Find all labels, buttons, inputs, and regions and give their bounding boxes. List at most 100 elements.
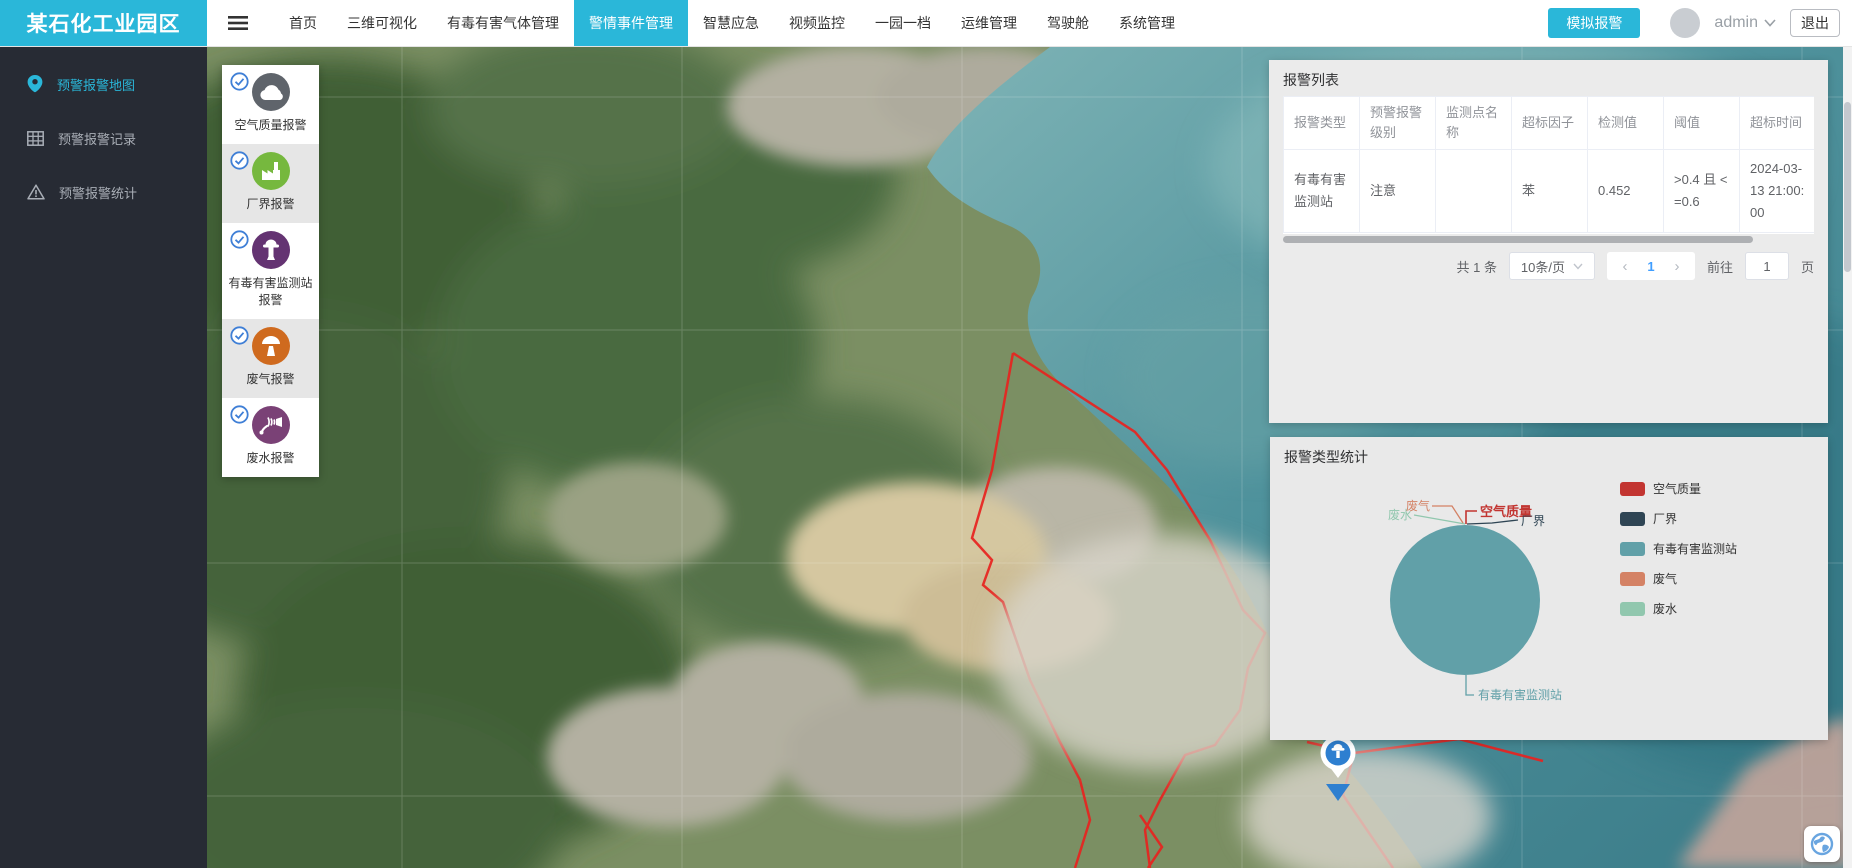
legend-item-factory-boundary[interactable]: 厂界 <box>1620 510 1737 527</box>
goto-label: 前往 <box>1707 257 1733 276</box>
cell-point-name <box>1436 150 1512 233</box>
brand-logo: 某石化工业园区 <box>0 0 207 46</box>
pie-slice-toxic-station[interactable] <box>1390 525 1540 675</box>
layer-label: 废气报警 <box>246 371 294 388</box>
legend-label: 废水 <box>1653 600 1677 617</box>
col-header-time: 超标时间 <box>1740 97 1815 150</box>
layer-item-waste-water[interactable]: 废水报警 <box>222 398 319 477</box>
nav-tab-ops[interactable]: 运维管理 <box>946 0 1032 46</box>
username-label: admin <box>1714 14 1758 32</box>
sidebar-item-alarm-records[interactable]: 预警报警记录 <box>0 115 207 161</box>
warning-icon <box>27 184 45 200</box>
nav-tab-home[interactable]: 首页 <box>274 0 332 46</box>
sidebar: 预警报警地图 预警报警记录 预警报警统计 <box>0 47 207 868</box>
nav-tab-cockpit[interactable]: 驾驶舱 <box>1032 0 1104 46</box>
col-header-alarm-level: 预警报警级别 <box>1360 97 1436 150</box>
checked-circle-icon[interactable] <box>230 151 249 175</box>
goto-page-input[interactable] <box>1745 252 1789 280</box>
globe-icon <box>1810 832 1834 856</box>
nav-tab-3d[interactable]: 三维可视化 <box>332 0 432 46</box>
col-header-factor: 超标因子 <box>1512 97 1588 150</box>
chart-legend: 空气质量 厂界 有毒有害监测站 废气 废水 <box>1620 480 1737 617</box>
page-size-select[interactable]: 10条/页 <box>1509 252 1595 280</box>
chevron-down-icon <box>1573 263 1583 270</box>
legend-item-air-quality[interactable]: 空气质量 <box>1620 480 1737 497</box>
legend-label: 废气 <box>1653 570 1677 587</box>
layer-label: 有毒有害监测站报警 <box>226 275 315 309</box>
map-layer-legend: 空气质量报警 厂界报警 有毒有害监测站报警 废气报警 <box>222 65 319 477</box>
sidebar-item-label: 预警报警记录 <box>58 129 136 148</box>
cell-alarm-type: 有毒有害监测站 <box>1284 150 1360 233</box>
layer-item-toxic-station[interactable]: 有毒有害监测站报警 <box>222 223 319 319</box>
waste-water-icon <box>252 406 290 444</box>
table-row: 有毒有害监测站 注意 苯 0.452 >0.4 且 <=0.6 2024-03-… <box>1284 150 1815 233</box>
hamburger-icon <box>228 15 248 31</box>
menu-toggle-icon[interactable] <box>228 0 248 46</box>
sidebar-item-label: 预警报警地图 <box>57 75 135 94</box>
sidebar-item-label: 预警报警统计 <box>59 183 137 202</box>
cell-time: 2024-03-13 21:00:00 <box>1740 150 1815 233</box>
legend-label: 有毒有害监测站 <box>1653 540 1737 557</box>
layer-item-factory-boundary[interactable]: 厂界报警 <box>222 144 319 223</box>
waste-gas-icon <box>252 327 290 365</box>
checked-circle-icon[interactable] <box>230 405 249 429</box>
locate-globe-button[interactable] <box>1804 826 1840 862</box>
checked-circle-icon[interactable] <box>230 72 249 96</box>
legend-item-waste-gas[interactable]: 废气 <box>1620 570 1737 587</box>
alarm-list-panel: 报警列表 报警类型 预警报警级别 监测点名称 超标因子 检测值 阈值 超标时间 … <box>1269 60 1828 423</box>
table-horizontal-scrollbar[interactable] <box>1283 236 1814 243</box>
checked-circle-icon[interactable] <box>230 230 249 254</box>
col-header-point-name: 监测点名称 <box>1436 97 1512 150</box>
layer-item-waste-gas[interactable]: 废气报警 <box>222 319 319 398</box>
current-page[interactable]: 1 <box>1637 259 1665 274</box>
alarm-table: 报警类型 预警报警级别 监测点名称 超标因子 检测值 阈值 超标时间 有毒有害监… <box>1283 96 1814 234</box>
page-size-value: 10条/页 <box>1521 257 1565 276</box>
cell-factor: 苯 <box>1512 150 1588 233</box>
cell-value: 0.452 <box>1588 150 1664 233</box>
logout-button[interactable]: 退出 <box>1790 9 1840 37</box>
nav-tab-park-archive[interactable]: 一园一档 <box>860 0 946 46</box>
nav-tab-alarm-events[interactable]: 警情事件管理 <box>574 0 688 46</box>
simulate-alarm-button[interactable]: 模拟报警 <box>1548 8 1640 38</box>
prev-page-button[interactable]: ‹ <box>1613 258 1637 275</box>
pagination: 共 1 条 10条/页 ‹ 1 › 前往 页 <box>1457 252 1815 280</box>
map-pin-icon <box>27 75 43 93</box>
nav-tab-toxic-gas[interactable]: 有毒有害气体管理 <box>432 0 574 46</box>
avatar[interactable] <box>1670 8 1700 38</box>
nav-tab-system[interactable]: 系统管理 <box>1104 0 1190 46</box>
legend-label: 空气质量 <box>1653 480 1701 497</box>
sidebar-item-alarm-map[interactable]: 预警报警地图 <box>0 61 207 107</box>
col-header-value: 检测值 <box>1588 97 1664 150</box>
legend-item-toxic-station[interactable]: 有毒有害监测站 <box>1620 540 1737 557</box>
layer-item-air-quality[interactable]: 空气质量报警 <box>222 65 319 144</box>
legend-swatch <box>1620 482 1645 496</box>
top-bar-right: 模拟报警 admin 退出 <box>1548 0 1852 46</box>
layer-label: 废水报警 <box>246 450 294 467</box>
next-page-button[interactable]: › <box>1665 258 1689 275</box>
nav-tab-emergency[interactable]: 智慧应急 <box>688 0 774 46</box>
legend-label: 厂界 <box>1653 510 1677 527</box>
alarm-type-chart-panel: 报警类型统计 废水 废气 空气质量 厂界 有毒有害监测站 空气质量 厂界 有毒有… <box>1270 437 1828 740</box>
factory-boundary-icon <box>252 152 290 190</box>
col-header-threshold: 阈值 <box>1664 97 1740 150</box>
legend-swatch <box>1620 602 1645 616</box>
vertical-scrollbar[interactable] <box>1843 47 1852 868</box>
pie-label-waste-gas: 废气 <box>1406 498 1430 513</box>
legend-item-waste-water[interactable]: 废水 <box>1620 600 1737 617</box>
user-menu[interactable]: admin <box>1714 14 1776 32</box>
pager-box: ‹ 1 › <box>1607 252 1695 280</box>
pie-label-toxic-station: 有毒有害监测站 <box>1478 687 1562 702</box>
main-nav: 首页 三维可视化 有毒有害气体管理 警情事件管理 智慧应急 视频监控 一园一档 … <box>274 0 1190 46</box>
pagination-total: 共 1 条 <box>1457 257 1497 276</box>
pie-label-factory-boundary: 厂界 <box>1521 514 1545 528</box>
cell-threshold: >0.4 且 <=0.6 <box>1664 150 1740 233</box>
top-bar: 某石化工业园区 首页 三维可视化 有毒有害气体管理 警情事件管理 智慧应急 视频… <box>0 0 1852 47</box>
table-icon <box>27 131 44 146</box>
air-quality-icon <box>252 73 290 111</box>
sidebar-item-alarm-stats[interactable]: 预警报警统计 <box>0 169 207 215</box>
legend-swatch <box>1620 512 1645 526</box>
layer-label: 厂界报警 <box>246 196 294 213</box>
checked-circle-icon[interactable] <box>230 326 249 350</box>
nav-tab-video[interactable]: 视频监控 <box>774 0 860 46</box>
chevron-down-icon <box>1764 19 1776 27</box>
